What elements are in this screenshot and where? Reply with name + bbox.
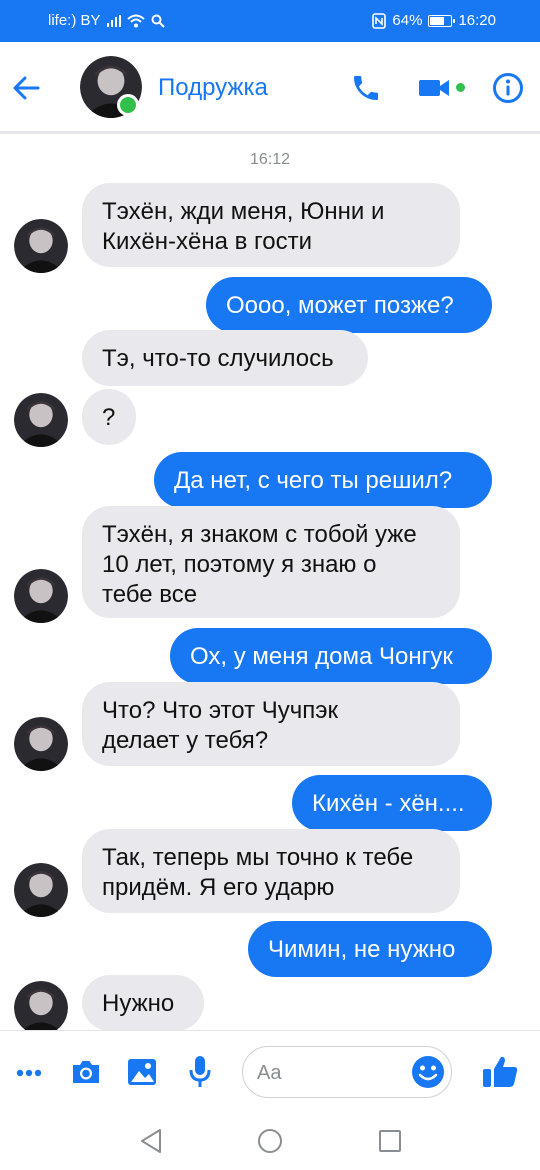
phone-icon	[354, 76, 378, 100]
status-bar: life:) BY 64% 16:20	[0, 0, 540, 42]
camera-icon	[73, 1061, 99, 1083]
sender-avatar[interactable]	[14, 393, 68, 447]
outgoing-message[interactable]: Кихён - хён....	[292, 775, 492, 831]
recents-square-icon	[379, 1130, 401, 1152]
incoming-message[interactable]: Что? Что этот Чучпэк делает у тебя?	[82, 682, 460, 766]
battery-icon	[428, 14, 456, 27]
incoming-message[interactable]: Нужно	[82, 975, 204, 1030]
messenger-screen: life:) BY 64% 16:20 Подружка 16:12 Тэхён…	[0, 0, 540, 1170]
voice-call-button[interactable]	[348, 70, 384, 106]
message-line: Тэхён, жди меня, Юнни и	[102, 198, 385, 225]
outgoing-message[interactable]: Да нет, с чего ты решил?	[154, 452, 492, 508]
camera-button[interactable]	[68, 1055, 104, 1089]
message-line: Кихён - хён....	[312, 790, 465, 817]
clock: 16:20	[458, 12, 496, 29]
message-line: Тэ, что-то случилось	[102, 345, 334, 372]
emoji-button[interactable]	[411, 1055, 445, 1089]
outgoing-message[interactable]: Ох, у меня дома Чонгук	[170, 628, 492, 684]
info-icon	[493, 73, 523, 103]
signal-icon	[106, 14, 121, 27]
message-line: Кихён-хёна в гости	[102, 228, 312, 255]
emoji-icon	[412, 1056, 444, 1088]
voice-message-button[interactable]	[184, 1053, 216, 1091]
carrier-label: life:) BY	[48, 12, 101, 29]
like-button[interactable]	[478, 1053, 522, 1091]
incoming-message[interactable]: Тэхён, я знаком с тобой уже 10 лет, поэт…	[82, 506, 460, 618]
message-line: Так, теперь мы точно к тебе	[102, 844, 414, 871]
incoming-message[interactable]: Так, теперь мы точно к тебе придём. Я ег…	[82, 829, 460, 913]
message-line: Оооо, может позже?	[226, 292, 454, 319]
message-composer	[0, 1030, 540, 1114]
nav-recents-button[interactable]	[375, 1126, 405, 1156]
incoming-message[interactable]: ?	[82, 389, 136, 445]
message-line: Чимин, не нужно	[268, 936, 456, 963]
incoming-message[interactable]: Тэхён, жди меня, Юнни и Кихён-хёна в гос…	[82, 183, 460, 267]
message-timestamp: 16:12	[249, 151, 291, 168]
wifi-icon	[126, 14, 145, 27]
video-call-button[interactable]	[414, 70, 454, 106]
message-line: Ох, у меня дома Чонгук	[190, 643, 453, 670]
message-line: 10 лет, поэтому я знаю о	[102, 551, 377, 578]
contact-name[interactable]: Подружка	[158, 74, 268, 102]
home-circle-icon	[258, 1129, 282, 1153]
microphone-icon	[189, 1056, 211, 1087]
message-line: тебе все	[102, 581, 198, 608]
conversation-header: Подружка	[0, 42, 540, 134]
thumbs-up-icon	[483, 1056, 518, 1087]
gallery-button[interactable]	[124, 1055, 160, 1089]
battery-percent: 64%	[392, 12, 423, 29]
message-list[interactable]: 16:12 Тэхён, жди меня, Юнни и Кихён-хёна…	[0, 137, 540, 1030]
message-line: Нужно	[102, 990, 175, 1017]
message-input-field[interactable]	[242, 1046, 452, 1098]
back-arrow-icon	[13, 76, 40, 100]
sender-avatar[interactable]	[14, 569, 68, 623]
video-camera-icon	[419, 80, 449, 96]
message-line: придём. Я его ударю	[102, 874, 335, 901]
nav-home-button[interactable]	[255, 1126, 285, 1156]
message-line: делает у тебя?	[102, 727, 269, 754]
nfc-icon	[372, 12, 387, 29]
nav-back-button[interactable]	[136, 1126, 166, 1156]
sender-avatar[interactable]	[14, 717, 68, 771]
message-line: Что? Что этот Чучпэк	[102, 697, 338, 724]
system-navigation-bar	[0, 1114, 540, 1170]
sender-avatar[interactable]	[14, 981, 68, 1030]
back-button[interactable]	[10, 68, 42, 108]
sender-avatar[interactable]	[14, 219, 68, 273]
message-line: Тэхён, я знаком с тобой уже	[102, 521, 417, 548]
search-icon	[151, 14, 165, 28]
sender-avatar[interactable]	[14, 863, 68, 917]
online-status-dot	[117, 94, 139, 116]
back-triangle-icon	[141, 1129, 161, 1153]
info-button[interactable]	[490, 70, 526, 106]
message-line: Да нет, с чего ты решил?	[174, 467, 453, 494]
video-online-dot	[456, 83, 465, 92]
more-button[interactable]	[14, 1058, 44, 1088]
outgoing-message[interactable]: Чимин, не нужно	[248, 921, 492, 977]
incoming-message[interactable]: Тэ, что-то случилось	[82, 330, 368, 386]
outgoing-message[interactable]: Оооо, может позже?	[206, 277, 492, 333]
gallery-icon	[128, 1059, 156, 1085]
more-icon	[16, 1069, 42, 1077]
message-input[interactable]	[257, 1059, 407, 1087]
message-line: ?	[102, 404, 116, 431]
